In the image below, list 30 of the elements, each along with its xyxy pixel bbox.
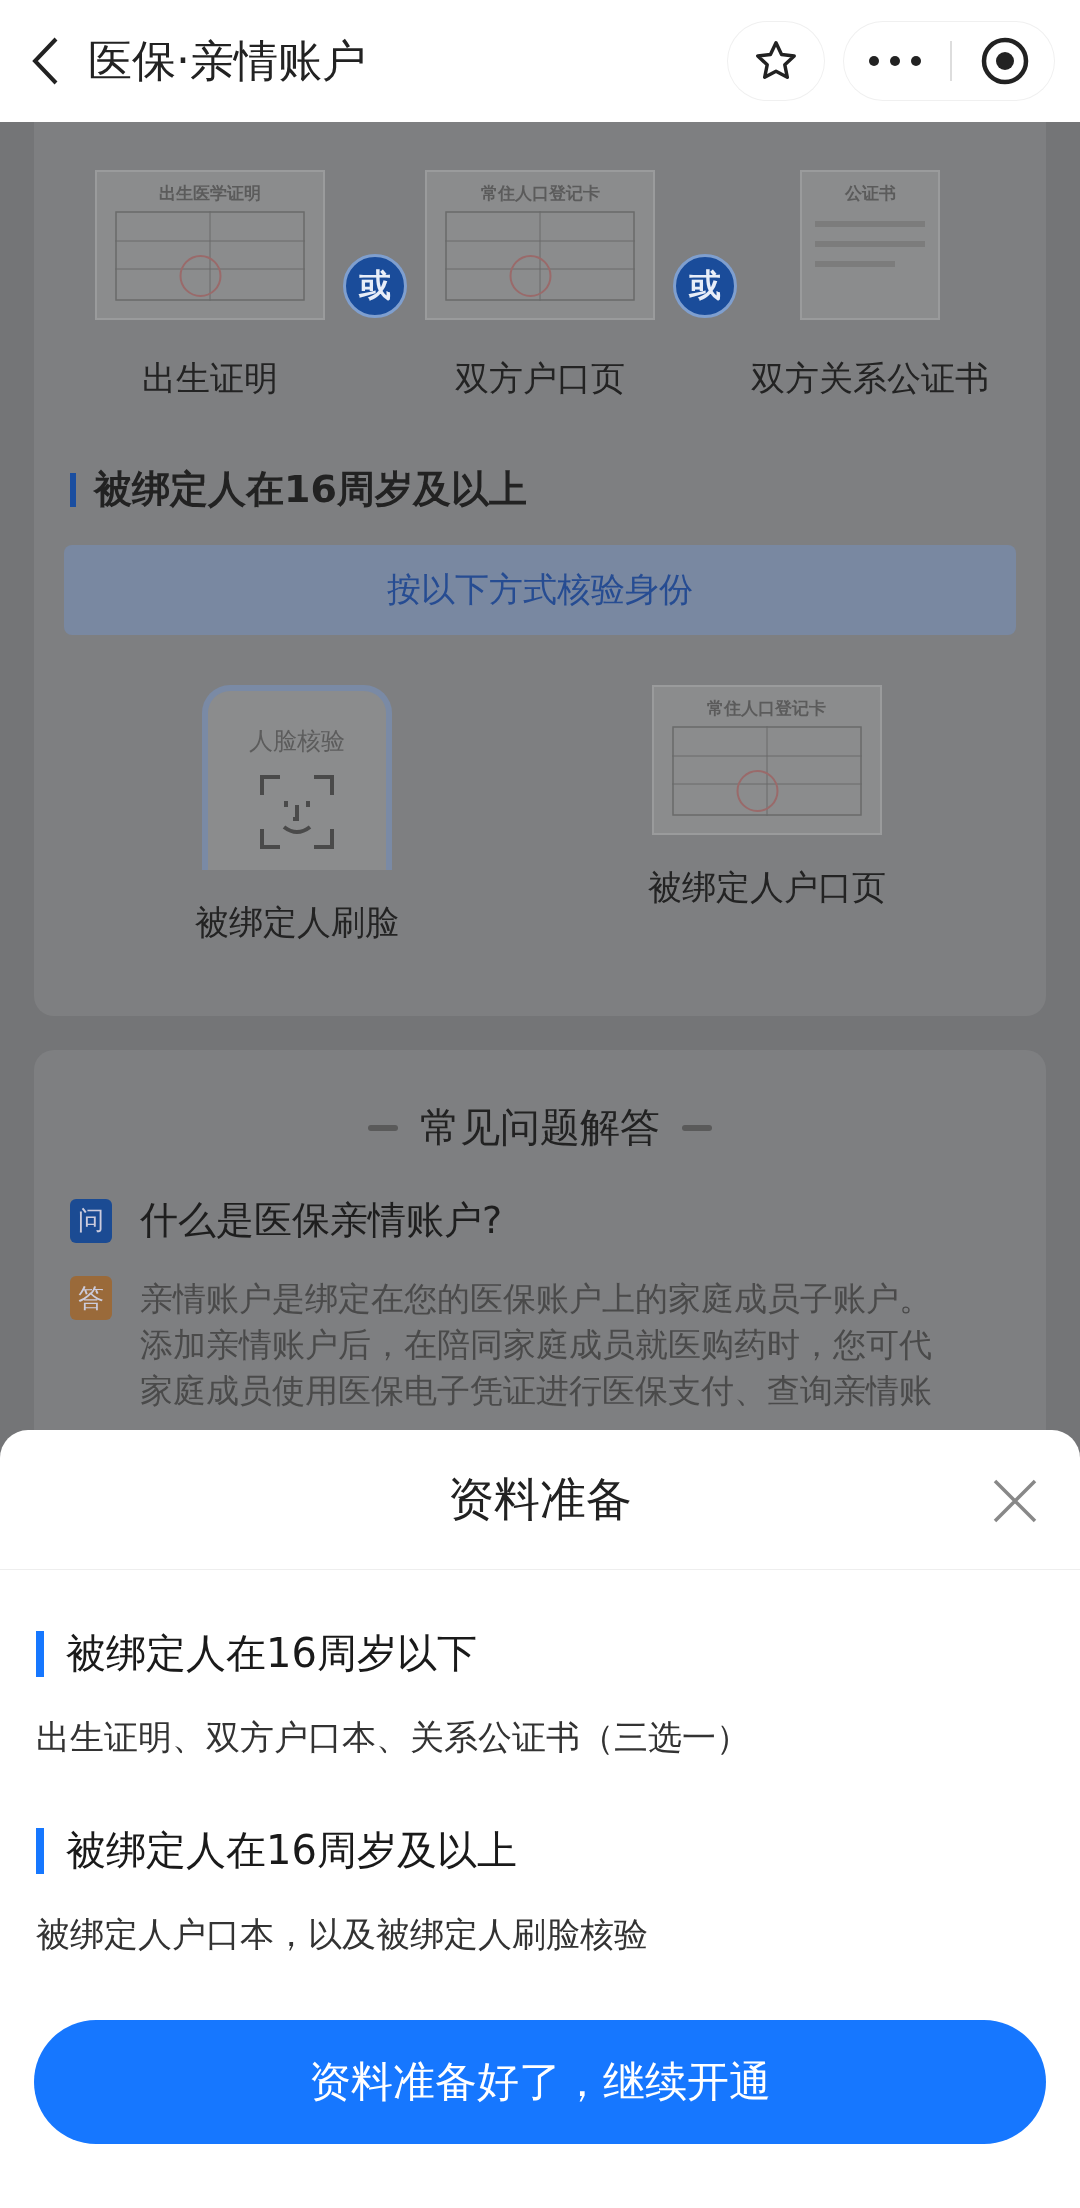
back-button[interactable] xyxy=(30,36,60,86)
requirement-text: 被绑定人户口本，以及被绑定人刷脸核验 xyxy=(36,1913,649,1956)
close-button[interactable] xyxy=(992,1478,1038,1524)
document-label: 双方户口页 xyxy=(455,357,625,400)
heading-accent-bar xyxy=(36,1827,44,1874)
document-label: 出生证明 xyxy=(142,357,278,400)
requirement-text: 出生证明、双方户口本、关系公证书（三选一） xyxy=(36,1716,751,1759)
method-label: 被绑定人户口页 xyxy=(647,866,886,909)
section-heading: 被绑定人在16周岁及以上 xyxy=(94,466,527,513)
title-dash xyxy=(368,1124,398,1131)
heading-accent-bar xyxy=(36,1630,44,1677)
answer-badge: 答 xyxy=(70,1276,112,1320)
or-badge: 或 xyxy=(343,254,407,318)
or-badge: 或 xyxy=(673,254,737,318)
requirement-heading: 被绑定人在16周岁以下 xyxy=(66,1629,477,1678)
faq-title: 常见问题解答 xyxy=(420,1103,660,1152)
face-scan-icon xyxy=(259,775,334,849)
more-button[interactable] xyxy=(868,55,922,67)
method-label: 被绑定人刷脸 xyxy=(194,901,399,944)
title-dash xyxy=(682,1124,712,1131)
close-app-button[interactable] xyxy=(980,36,1030,86)
question-badge: 问 xyxy=(70,1198,112,1243)
document-label: 双方关系公证书 xyxy=(751,357,989,400)
heading-accent-bar xyxy=(70,472,76,507)
continue-button[interactable]: 资料准备好了，继续开通 xyxy=(34,2020,1046,2144)
sheet-title: 资料准备 xyxy=(448,1470,632,1528)
requirement-heading: 被绑定人在16周岁及以上 xyxy=(66,1826,517,1875)
faq-question: 什么是医保亲情账户? xyxy=(140,1197,503,1244)
page-title: 医保·亲情账户 xyxy=(88,33,367,88)
verify-banner: 按以下方式核验身份 xyxy=(64,545,1016,635)
